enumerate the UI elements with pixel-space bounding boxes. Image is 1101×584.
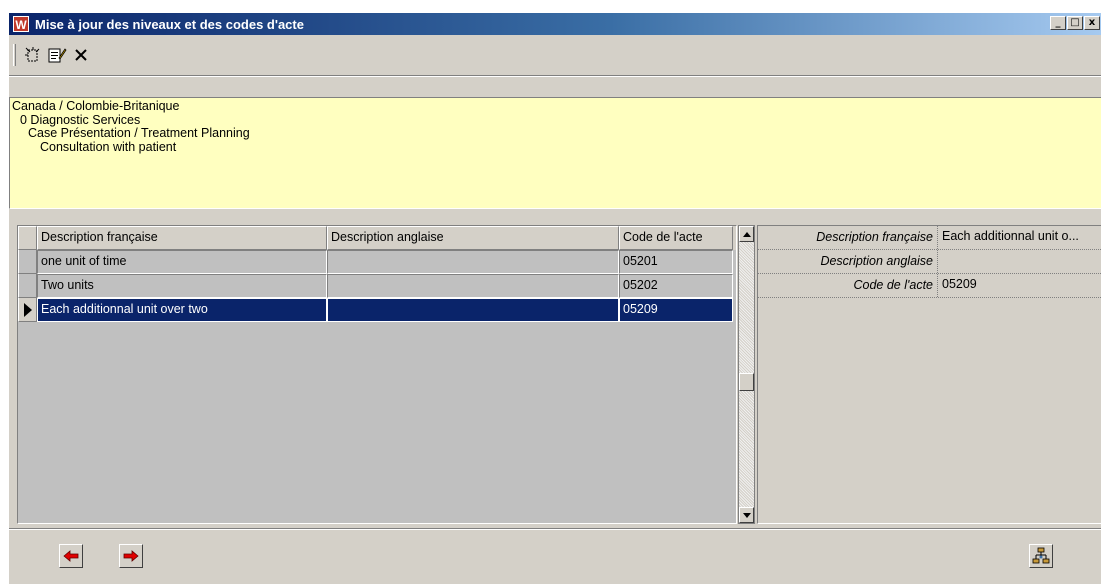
row-indicator[interactable] — [18, 274, 37, 298]
grid-header: Description française Description anglai… — [18, 226, 736, 250]
hierarchy-button[interactable] — [1029, 544, 1053, 568]
cell-description-francaise[interactable]: Two units — [37, 274, 327, 298]
cell-description-anglaise[interactable] — [327, 250, 619, 274]
table-row[interactable]: one unit of time 05201 — [18, 250, 736, 274]
row-indicator-current[interactable] — [18, 298, 37, 322]
window-controls: _ □ x — [1050, 16, 1100, 30]
new-icon — [25, 47, 40, 62]
cell-code-acte[interactable]: 05209 — [619, 298, 733, 322]
property-row: Code de l'acte 05209 — [758, 274, 1101, 298]
next-button[interactable] — [119, 544, 143, 568]
maximize-button[interactable]: □ — [1067, 16, 1083, 30]
scroll-up-arrow-icon — [742, 231, 751, 237]
close-button[interactable]: x — [1084, 16, 1100, 30]
cell-code-acte[interactable]: 05202 — [619, 274, 733, 298]
cell-description-francaise[interactable]: one unit of time — [37, 250, 327, 274]
toolbar-grip[interactable] — [13, 44, 16, 66]
previous-button[interactable] — [59, 544, 83, 568]
scroll-down-button[interactable] — [739, 507, 754, 523]
window-title: Mise à jour des niveaux et des codes d'a… — [35, 16, 304, 32]
scroll-up-button[interactable] — [739, 226, 754, 242]
hierarchy-path-panel: Canada / Colombie-Britanique 0 Diagnosti… — [9, 97, 1101, 209]
property-value-description-anglaise[interactable] — [938, 250, 1101, 273]
hierarchy-icon — [1032, 547, 1050, 564]
cell-code-acte[interactable]: 05201 — [619, 250, 733, 274]
current-row-arrow-icon — [23, 302, 32, 317]
property-label-code-acte: Code de l'acte — [758, 274, 938, 297]
bottom-separator — [9, 528, 1101, 530]
row-indicator[interactable] — [18, 250, 37, 274]
grid-vertical-scrollbar[interactable] — [738, 225, 755, 524]
delete-icon — [75, 49, 87, 61]
column-header-code-acte[interactable]: Code de l'acte — [619, 226, 733, 250]
property-label-description-anglaise: Description anglaise — [758, 250, 938, 273]
column-header-description-anglaise[interactable]: Description anglaise — [327, 226, 619, 250]
row-indicator-header — [18, 226, 37, 250]
title-bar[interactable]: W Mise à jour des niveaux et des codes d… — [9, 13, 1101, 35]
minimize-button[interactable]: _ — [1050, 16, 1066, 30]
main-window: W Mise à jour des niveaux et des codes d… — [8, 12, 1101, 584]
arrow-left-icon — [63, 550, 79, 562]
property-row: Description anglaise — [758, 250, 1101, 274]
path-level-province: Canada / Colombie-Britanique — [12, 99, 180, 113]
new-button[interactable] — [22, 44, 44, 66]
cell-description-francaise[interactable]: Each additionnal unit over two — [37, 298, 327, 322]
property-label-description-francaise: Description française — [758, 226, 938, 249]
edit-icon — [48, 48, 67, 63]
cell-description-anglaise[interactable] — [327, 298, 619, 322]
path-level-subcategory: Case Présentation / Treatment Planning — [28, 126, 250, 140]
table-row[interactable]: Two units 05202 — [18, 274, 736, 298]
property-value-code-acte[interactable]: 05209 — [938, 274, 1101, 297]
path-level-category: 0 Diagnostic Services — [20, 112, 141, 127]
toolbar — [9, 39, 1101, 71]
edit-button[interactable] — [46, 44, 68, 66]
toolbar-separator — [9, 75, 1101, 77]
delete-button[interactable] — [70, 44, 92, 66]
app-icon[interactable]: W — [13, 16, 29, 32]
path-level-item: Consultation with patient — [40, 139, 177, 154]
scroll-thumb[interactable] — [739, 373, 754, 391]
scroll-down-arrow-icon — [742, 512, 751, 518]
table-row-selected[interactable]: Each additionnal unit over two 05209 — [18, 298, 736, 322]
arrow-right-icon — [123, 550, 139, 562]
act-codes-grid[interactable]: Description française Description anglai… — [17, 225, 737, 524]
property-value-description-francaise[interactable]: Each additionnal unit o... — [938, 226, 1101, 249]
property-row: Description française Each additionnal u… — [758, 226, 1101, 250]
cell-description-anglaise[interactable] — [327, 274, 619, 298]
record-properties-panel: Description française Each additionnal u… — [757, 225, 1101, 524]
column-header-description-francaise[interactable]: Description française — [37, 226, 327, 250]
